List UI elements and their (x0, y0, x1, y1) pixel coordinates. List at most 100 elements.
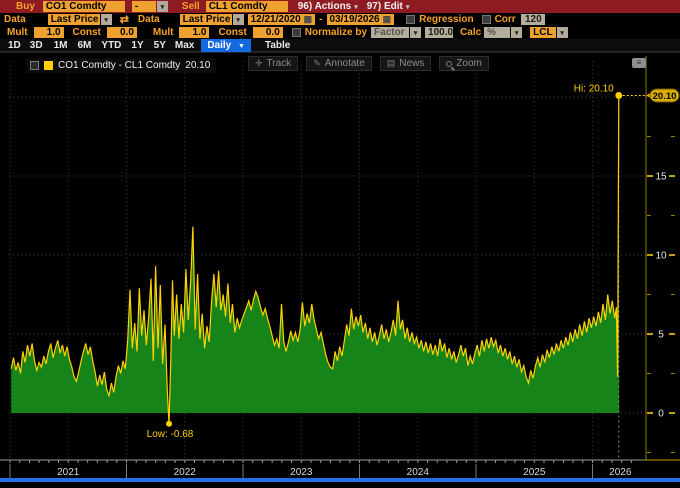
tab-max[interactable]: Max (175, 40, 194, 51)
corr-checkbox[interactable] (482, 15, 491, 24)
regression-checkbox[interactable] (406, 15, 415, 24)
calc-select[interactable]: % (484, 27, 510, 38)
mult2-label: Mult (153, 27, 174, 38)
track-label: Track (267, 58, 292, 69)
sell-security-input[interactable]: CL1 Comdty (206, 1, 288, 12)
x-axis-year-label: 2022 (174, 467, 197, 478)
x-axis-year-label: 2021 (57, 467, 80, 478)
series-swatch-icon (44, 61, 53, 70)
y-axis-label: 5 (658, 330, 664, 341)
sell-label: Sell (182, 1, 200, 12)
x-axis-year-label: 2026 (609, 467, 632, 478)
tab-ytd[interactable]: YTD (101, 40, 121, 51)
low-marker-dot (166, 421, 172, 427)
zoom-button[interactable]: Zoom (439, 56, 489, 71)
regression-label: Regression (419, 14, 473, 25)
tab-1d[interactable]: 1D (8, 40, 21, 51)
price-chart[interactable]: 0 5 10 15 2021 2022 2023 2024 2025 2026 Hi: 20.10 2… (0, 53, 680, 483)
chart-options-icon[interactable]: ≡ (632, 58, 646, 68)
calendar-icon[interactable]: ▦ (304, 14, 313, 25)
chart-panel: 0 5 10 15 2021 2022 2023 2024 2025 2026 Hi: 20.10 2… (0, 52, 680, 482)
const2-label: Const (218, 27, 246, 38)
calc-label: Calc (460, 27, 481, 38)
mult1-input[interactable]: 1.0 (34, 27, 64, 38)
const2-input[interactable]: 0.0 (253, 27, 283, 38)
data2-select[interactable]: Last Price (180, 14, 232, 25)
tab-table[interactable]: Table (265, 40, 290, 51)
tab-5y[interactable]: 5Y (154, 40, 166, 51)
y-axis-label: 15 (655, 172, 667, 183)
tab-6m[interactable]: 6M (78, 40, 92, 51)
data2-dropdown-icon[interactable]: ▾ (233, 14, 244, 25)
zoom-label: Zoom (456, 58, 482, 69)
period-value: Daily (207, 40, 231, 51)
x-axis-year-label: 2025 (523, 467, 546, 478)
calendar-icon[interactable]: ▦ (383, 14, 392, 25)
y-axis-label: 10 (655, 251, 667, 262)
corr-label: Corr (495, 14, 516, 25)
calc-dropdown-icon[interactable]: ▾ (511, 27, 522, 38)
const1-label: Const (73, 27, 101, 38)
area-fill (11, 95, 619, 413)
const1-input[interactable]: 0.0 (107, 27, 137, 38)
series-last-value: 20.10 (185, 60, 210, 71)
period-caret-icon: ▼ (238, 43, 245, 50)
window-bottom-border (0, 478, 680, 482)
hi-label: Hi: 20.10 (574, 83, 614, 94)
period-bar: 1D 3D 1M 6M YTD 1Y 5Y Max Daily ▼ Table (0, 39, 680, 52)
factor-dropdown-icon[interactable]: ▾ (410, 27, 421, 38)
normalize-checkbox[interactable] (292, 28, 301, 37)
tab-1y[interactable]: 1Y (131, 40, 143, 51)
normalize-amount-input[interactable]: 100.0 (425, 27, 453, 38)
date-to-input[interactable]: 03/19/2026 ▦ (327, 14, 395, 25)
period-select[interactable]: Daily ▼ (201, 39, 251, 52)
crosshair-icon: ✛ (255, 58, 263, 69)
data1-dropdown-icon[interactable]: ▾ (101, 14, 112, 25)
actions-caret-icon: ▾ (354, 3, 358, 11)
operator-select[interactable]: - (132, 1, 156, 12)
normalize-label: Normalize by (305, 27, 367, 38)
news-icon: ▤ (387, 58, 396, 69)
x-axis-year-label: 2024 (407, 467, 430, 478)
track-button[interactable]: ✛ Track (248, 56, 298, 71)
buy-label: Buy (16, 1, 35, 12)
annotate-button[interactable]: ✎ Annotate (306, 56, 372, 71)
y-axis-label: 0 (658, 409, 664, 420)
tab-1m[interactable]: 1M (54, 40, 68, 51)
operator-dropdown-icon[interactable]: ▾ (157, 1, 168, 12)
pencil-icon: ✎ (313, 58, 321, 69)
normalize-factor-select[interactable]: Factor (371, 27, 409, 38)
chart-legend: CO1 Comdty - CL1 Comdty 20.10 (26, 58, 216, 73)
hi-marker-dot (615, 92, 622, 99)
calc-bar: Mult 1.0 Const 0.0 Mult 1.0 Const 0.0 No… (0, 26, 680, 39)
mult1-label: Mult (7, 27, 28, 38)
news-label: News (399, 58, 424, 69)
date-to-value: 03/19/2026 (330, 14, 380, 25)
actions-menu[interactable]: 96) Actions (298, 1, 352, 12)
chart-tools: ✛ Track ✎ Annotate ▤ News Zoom (248, 56, 489, 71)
last-value-badge-text: 20.10 (653, 91, 677, 102)
data2-label: Data (138, 14, 160, 25)
feed-dropdown-icon[interactable]: ▾ (557, 27, 568, 38)
command-bar: Buy CO1 Comdty - ▾ Sell CL1 Comdty 96) A… (0, 0, 680, 13)
annotate-label: Annotate (325, 58, 365, 69)
data1-select[interactable]: Last Price (48, 14, 100, 25)
date-from-input[interactable]: 12/21/2020 ▦ (248, 14, 316, 25)
tab-3d[interactable]: 3D (30, 40, 43, 51)
news-button[interactable]: ▤ News (380, 56, 432, 71)
feed-select[interactable]: LCL (530, 27, 555, 38)
swap-icon[interactable]: ⇄ (120, 13, 129, 26)
magnifier-icon (446, 61, 452, 67)
date-separator: - (319, 14, 322, 25)
edit-menu[interactable]: 97) Edit (367, 1, 403, 12)
corr-period-input[interactable]: 120 (521, 14, 545, 25)
buy-security-input[interactable]: CO1 Comdty (43, 1, 125, 12)
x-axis-year-label: 2023 (290, 467, 313, 478)
mult2-input[interactable]: 1.0 (179, 27, 209, 38)
low-label: Low: -0.68 (147, 429, 194, 440)
data-bar: Data Last Price ▾ ⇄ Data Last Price ▾ 12… (0, 13, 680, 26)
data1-label: Data (4, 14, 26, 25)
date-from-value: 12/21/2020 (251, 14, 301, 25)
series-label: CO1 Comdty - CL1 Comdty (58, 60, 180, 71)
legend-toggle-icon[interactable] (30, 61, 39, 70)
